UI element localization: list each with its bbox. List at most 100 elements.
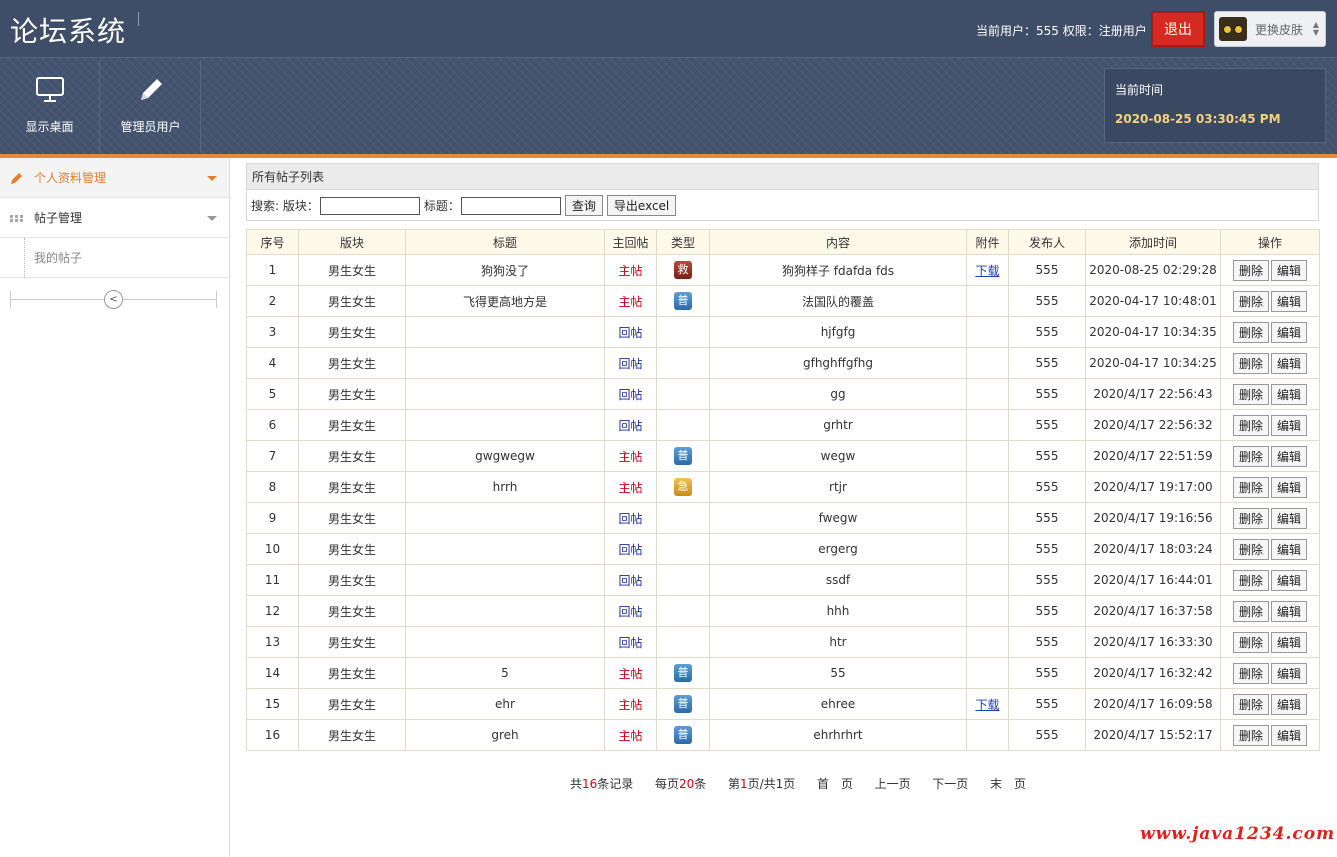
cell-time: 2020/4/17 19:17:00 [1085, 471, 1221, 503]
cell-kind-text: 回帖 [618, 325, 643, 340]
edit-button[interactable]: 编辑 [1271, 259, 1308, 281]
delete-button[interactable]: 删除 [1232, 352, 1269, 374]
cell-content-text: ergerg [818, 542, 858, 556]
delete-button[interactable]: 删除 [1232, 693, 1269, 715]
query-button[interactable]: 查询 [564, 195, 603, 216]
cell-type [656, 347, 710, 379]
cell-board: 男生女生 [298, 657, 406, 689]
delete-button[interactable]: 删除 [1232, 507, 1269, 529]
cell-attachment [966, 471, 1009, 503]
sidebar-group-posts[interactable]: 帖子管理 [0, 198, 229, 238]
edit-button[interactable]: 编辑 [1271, 724, 1308, 746]
delete-button[interactable]: 删除 [1232, 724, 1269, 746]
pagination: 共16条记录 每页20条 第1页/共1页 首 页 上一页 下一页 末 页 [570, 775, 1026, 792]
column-header: 类型 [656, 229, 710, 255]
cell-author: 555 [1008, 626, 1086, 658]
edit-button[interactable]: 编辑 [1271, 352, 1308, 374]
delete-button[interactable]: 删除 [1232, 383, 1269, 405]
cell-no: 6 [246, 409, 299, 441]
edit-button[interactable]: 编辑 [1271, 569, 1308, 591]
cell-content: ergerg [709, 533, 967, 565]
delete-button[interactable]: 删除 [1232, 569, 1269, 591]
delete-button[interactable]: 删除 [1232, 538, 1269, 560]
last-page-link[interactable]: 末 页 [990, 777, 1026, 791]
cell-actions: 删除 编辑 [1220, 347, 1320, 379]
board-search-input[interactable] [319, 196, 420, 215]
nav-admin-users[interactable]: 管理员用户 [101, 60, 201, 153]
delete-button[interactable]: 删除 [1232, 600, 1269, 622]
cell-content: 狗狗样子 fdafda fds [709, 254, 967, 286]
cell-attachment [966, 657, 1009, 689]
cell-board-text: 男生女生 [327, 294, 376, 309]
download-attachment-link[interactable]: 下载 [975, 264, 999, 278]
cell-attachment [966, 564, 1009, 596]
cell-time: 2020/4/17 16:37:58 [1085, 595, 1221, 627]
cell-attachment [966, 440, 1009, 472]
prev-page-link[interactable]: 上一页 [875, 777, 911, 791]
cell-board-text: 男生女生 [327, 697, 376, 712]
title-search-input[interactable] [460, 196, 561, 215]
edit-button[interactable]: 编辑 [1271, 693, 1308, 715]
cell-board: 男生女生 [298, 440, 406, 472]
edit-button[interactable]: 编辑 [1271, 662, 1308, 684]
edit-button[interactable]: 编辑 [1271, 414, 1308, 436]
cell-content: 55 [709, 657, 967, 689]
time-value: 2020-08-25 03:30:45 PM [1115, 112, 1281, 126]
edit-button[interactable]: 编辑 [1271, 290, 1308, 312]
cell-title-text: 5 [501, 666, 509, 680]
logo-divider [138, 12, 139, 26]
delete-button[interactable]: 删除 [1232, 290, 1269, 312]
sidebar-item-my-posts[interactable]: 我的帖子 [0, 238, 229, 278]
cell-board: 男生女生 [298, 564, 406, 596]
download-attachment-link[interactable]: 下载 [975, 698, 999, 712]
column-header: 发布人 [1008, 229, 1086, 255]
table-row: 14 男生女生 5 主帖普 55 555 2020/4/17 16:32:42 删除 编辑 [246, 657, 1320, 689]
monitor-icon [35, 77, 64, 102]
cell-time: 2020/4/17 16:09:58 [1085, 688, 1221, 720]
cell-attachment [966, 409, 1009, 441]
first-page-link[interactable]: 首 页 [817, 777, 853, 791]
edit-button[interactable]: 编辑 [1271, 476, 1308, 498]
cell-time: 2020/4/17 22:51:59 [1085, 440, 1221, 472]
delete-button[interactable]: 删除 [1232, 259, 1269, 281]
cell-content-text: ssdf [825, 573, 851, 587]
edit-button[interactable]: 编辑 [1271, 600, 1308, 622]
delete-button[interactable]: 删除 [1232, 414, 1269, 436]
edit-button[interactable]: 编辑 [1271, 383, 1308, 405]
cell-no: 10 [246, 533, 299, 565]
cell-author: 555 [1008, 688, 1086, 720]
edit-button[interactable]: 编辑 [1271, 445, 1308, 467]
collapse-sidebar-button[interactable]: < [104, 290, 123, 309]
cell-no-text: 5 [268, 387, 277, 401]
change-skin-select[interactable]: 更换皮肤 ▲ ▼ [1214, 11, 1326, 47]
cell-content-text: grhtr [823, 418, 853, 432]
delete-button[interactable]: 删除 [1232, 476, 1269, 498]
cell-time-text: 2020/4/17 15:52:17 [1093, 728, 1213, 742]
cell-title [405, 595, 605, 627]
delete-button[interactable]: 删除 [1232, 445, 1269, 467]
cell-kind-text: 主帖 [618, 480, 643, 495]
table-row: 6 男生女生 回帖 grhtr 555 2020/4/17 22:56:32 删除 编辑 [246, 409, 1320, 441]
edit-button[interactable]: 编辑 [1271, 507, 1308, 529]
cell-kind: 回帖 [604, 347, 657, 379]
delete-button[interactable]: 删除 [1232, 662, 1269, 684]
table-header-row: 序号 版块 标题 主回帖 类型 内容 附件 发布人 添加时间 操作 [246, 229, 1320, 255]
cell-type: 普 [656, 688, 710, 720]
cell-content-text: 法国队的覆盖 [801, 294, 874, 309]
edit-button[interactable]: 编辑 [1271, 321, 1308, 343]
delete-button[interactable]: 删除 [1232, 631, 1269, 653]
edit-button[interactable]: 编辑 [1271, 631, 1308, 653]
table-row: 15 男生女生 ehr 主帖 普 ehree 下载 555 2020/4/17 16:09:58… [246, 688, 1320, 720]
sidebar-group-profile[interactable]: 个人资料管理 [0, 158, 229, 198]
export-excel-button[interactable]: 导出excel [606, 195, 677, 216]
logout-button[interactable]: 退出 [1151, 11, 1205, 47]
cell-time-text: 2020/4/17 16:44:01 [1093, 573, 1213, 587]
post-type-badge-icon: 普 [674, 726, 692, 744]
next-page-link[interactable]: 下一页 [932, 777, 968, 791]
post-type-badge-icon: 普 [674, 695, 692, 713]
skin-label: 更换皮肤 [1255, 22, 1304, 37]
delete-button[interactable]: 删除 [1232, 321, 1269, 343]
nav-show-desktop[interactable]: 显示桌面 [0, 60, 100, 153]
edit-button[interactable]: 编辑 [1271, 538, 1308, 560]
cell-title: ehr [405, 688, 605, 720]
